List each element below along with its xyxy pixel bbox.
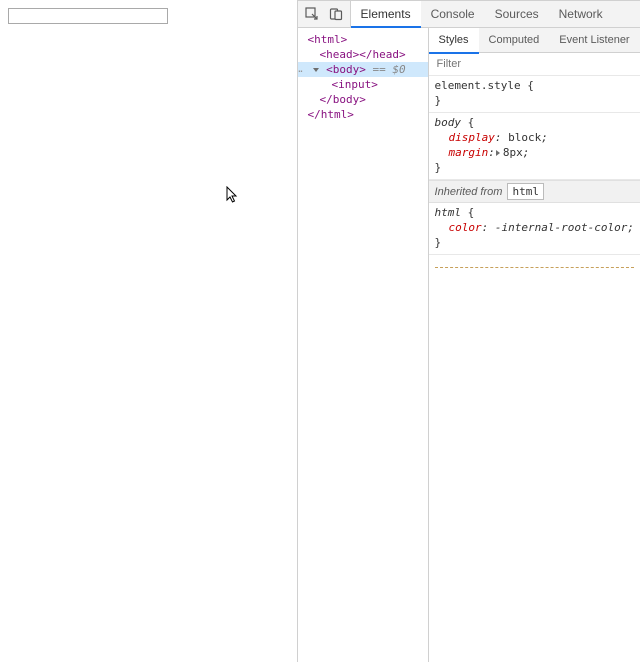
- dom-node-html-close[interactable]: </html>: [298, 107, 428, 122]
- tab-network[interactable]: Network: [549, 1, 613, 27]
- shorthand-expand-icon[interactable]: [496, 150, 500, 156]
- styles-filter-input[interactable]: [435, 57, 634, 71]
- rule-element-style[interactable]: element.style { }: [429, 76, 640, 113]
- inspect-icon[interactable]: [304, 6, 320, 22]
- page-input[interactable]: [8, 8, 168, 24]
- dom-node-body-open[interactable]: … <body> == $0: [298, 62, 428, 77]
- rule-body[interactable]: body { display: block; margin:8px; }: [429, 113, 640, 180]
- box-model-area: [435, 267, 634, 648]
- dom-node-head[interactable]: <head></head>: [298, 47, 428, 62]
- style-rules: element.style { } body { display: block;…: [429, 76, 640, 648]
- subtab-event-listeners[interactable]: Event Listener: [549, 28, 639, 52]
- page-viewport: [0, 0, 298, 662]
- subtab-computed[interactable]: Computed: [479, 28, 550, 52]
- tab-console[interactable]: Console: [421, 1, 485, 27]
- devtools-body: <html> <head></head> … <body> == $0 <inp…: [298, 28, 640, 662]
- app-root: Elements Console Sources Network <html> …: [0, 0, 640, 662]
- devtools-main-tabs: Elements Console Sources Network: [351, 1, 613, 27]
- dom-breadcrumb-dots: …: [298, 62, 303, 77]
- device-toggle-icon[interactable]: [328, 6, 344, 22]
- styles-filter-row: [429, 53, 640, 76]
- subtab-styles[interactable]: Styles: [429, 28, 479, 54]
- styles-panel: Styles Computed Event Listener element.s…: [429, 28, 640, 662]
- decl-body-margin[interactable]: margin:8px;: [435, 145, 530, 160]
- decl-html-color[interactable]: color: -internal-root-color;: [435, 220, 634, 235]
- devtools-toolbar: Elements Console Sources Network: [298, 1, 640, 28]
- expand-arrow-icon[interactable]: [313, 68, 319, 72]
- dom-node-body-close[interactable]: </body>: [298, 92, 428, 107]
- styles-subtabs: Styles Computed Event Listener: [429, 28, 640, 53]
- selected-node-marker: == $0: [373, 63, 406, 76]
- decl-body-display[interactable]: display: block;: [435, 130, 548, 145]
- dom-node-input[interactable]: <input>: [298, 77, 428, 92]
- rule-html[interactable]: html { color: -internal-root-color; }: [429, 203, 640, 255]
- dom-node-html-open[interactable]: <html>: [298, 32, 428, 47]
- inherited-from-link[interactable]: html: [507, 183, 544, 200]
- devtools-panel: Elements Console Sources Network <html> …: [298, 0, 640, 662]
- toolbar-icon-group: [298, 1, 351, 27]
- cursor-icon: [226, 186, 240, 204]
- tab-sources[interactable]: Sources: [485, 1, 549, 27]
- tab-elements[interactable]: Elements: [351, 1, 421, 28]
- dom-tree[interactable]: <html> <head></head> … <body> == $0 <inp…: [298, 28, 429, 662]
- inherited-from-bar: Inherited from html: [429, 180, 640, 203]
